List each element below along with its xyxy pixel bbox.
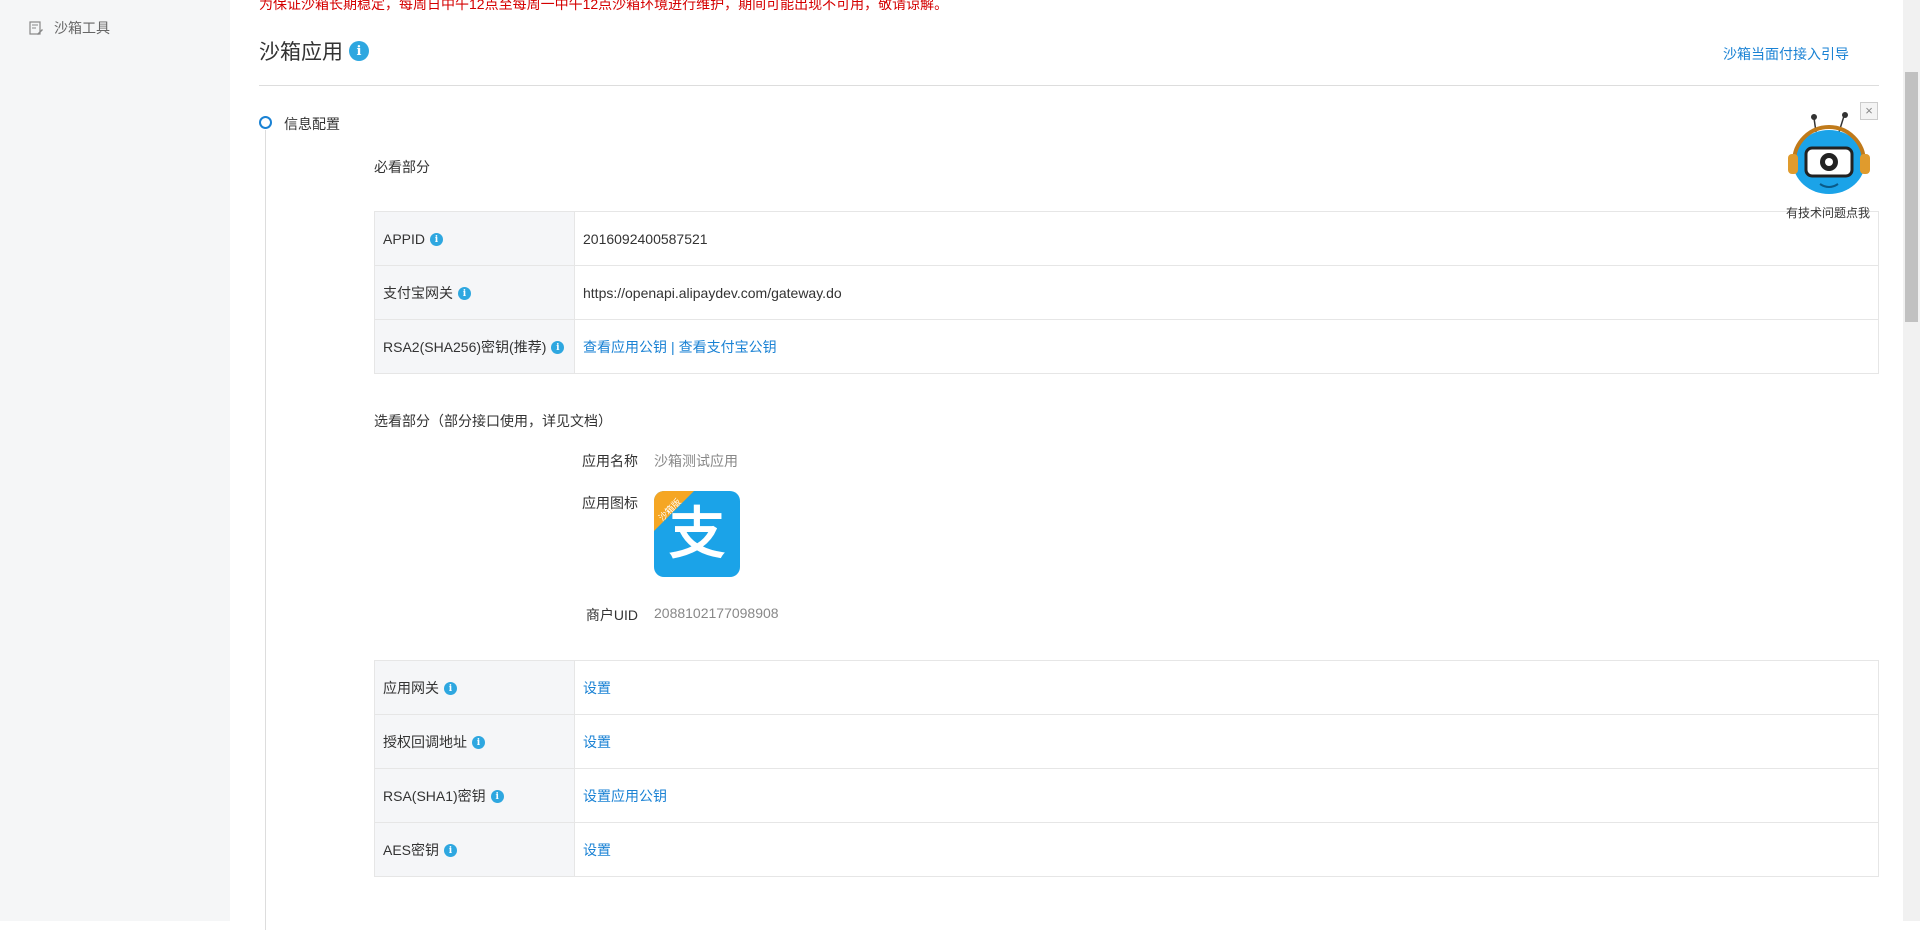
app-icon-label: 应用图标 <box>582 495 638 511</box>
row-label-gateway: 支付宝网关 i <box>374 265 575 320</box>
row-value: 设置 <box>574 660 1879 715</box>
row-label-appid: APPID i <box>374 211 575 266</box>
merchant-uid-label: 商户UID <box>585 607 638 623</box>
title-divider <box>259 85 1879 86</box>
maintenance-notice: 为保证沙箱长期稳定，每周日中午12点至每周一中午12点沙箱环境进行维护，期间可能… <box>259 0 949 12</box>
link-separator: | <box>671 338 675 355</box>
sidebar-item-label: 沙箱工具 <box>54 20 110 36</box>
required-section-title: 必看部分 <box>374 159 430 175</box>
main-content: 为保证沙箱长期稳定，每周日中午12点至每周一中午12点沙箱环境进行维护，期间可能… <box>259 0 1879 930</box>
row-label-text: 应用网关 <box>383 679 439 696</box>
app-name-label: 应用名称 <box>582 453 638 469</box>
row-label-text: APPID <box>383 230 426 247</box>
gateway-value: https://openapi.alipaydev.com/gateway.do <box>574 265 1879 320</box>
optional-config-table: 应用网关 i 设置 授权回调地址 i 设置 RSA(SHA1)密钥 i 设置应用公钥 … <box>374 660 1879 877</box>
table-row: RSA2(SHA256)密钥(推荐) i 查看应用公钥 | 查看支付宝公钥 <box>374 319 1879 374</box>
table-row: APPID i 2016092400587521 <box>374 211 1879 266</box>
page-title: 沙箱应用 i <box>259 36 369 66</box>
required-config-table: APPID i 2016092400587521 支付宝网关 i https://o… <box>374 211 1879 374</box>
scrollbar-thumb[interactable] <box>1905 72 1918 322</box>
info-icon[interactable]: i <box>551 341 565 355</box>
row-label-rsa2: RSA2(SHA256)密钥(推荐) i <box>374 319 575 374</box>
row-value: 设置 <box>574 822 1879 877</box>
guide-link[interactable]: 沙箱当面付接入引导 <box>1723 44 1903 64</box>
row-label-auth-callback: 授权回调地址 i <box>374 714 575 769</box>
info-icon[interactable]: i <box>444 682 457 696</box>
sidebar-item-sandbox-tools[interactable]: 沙箱工具 <box>28 18 110 38</box>
table-row: 应用网关 i 设置 <box>374 660 1879 715</box>
optional-section-title: 选看部分（部分接口使用，详见文档） <box>374 413 612 429</box>
view-alipay-public-key-link[interactable]: 查看支付宝公钥 <box>679 339 777 355</box>
section-title-info-config: 信息配置 <box>284 116 340 132</box>
row-label-text: 支付宝网关 <box>383 284 453 301</box>
row-value: 设置应用公钥 <box>574 768 1879 823</box>
app-icon: 沙箱版 支 <box>654 491 740 577</box>
row-label-text: 授权回调地址 <box>383 733 467 750</box>
set-aes-key-link[interactable]: 设置 <box>583 842 611 858</box>
timeline-line <box>265 130 266 930</box>
info-icon[interactable]: i <box>430 233 444 247</box>
info-icon[interactable]: i <box>458 287 471 301</box>
table-row: 授权回调地址 i 设置 <box>374 714 1879 769</box>
sidebar: 沙箱工具 <box>0 0 230 921</box>
table-row: 支付宝网关 i https://openapi.alipaydev.com/gat… <box>374 265 1879 320</box>
row-label-text: RSA2(SHA256)密钥(推荐) <box>383 338 547 355</box>
app-name-value: 沙箱测试应用 <box>654 453 738 469</box>
set-app-public-key-link[interactable]: 设置应用公钥 <box>583 788 667 804</box>
tech-support-helper[interactable]: × 有技术问题点我 <box>1780 100 1880 230</box>
row-value: 设置 <box>574 714 1879 769</box>
info-icon[interactable]: i <box>444 844 458 858</box>
rsa2-links: 查看应用公钥 | 查看支付宝公钥 <box>574 319 1879 374</box>
page-title-text: 沙箱应用 <box>259 41 343 64</box>
timeline-dot <box>259 116 272 129</box>
tool-icon <box>28 20 44 36</box>
close-icon[interactable]: × <box>1860 102 1878 120</box>
row-label-text: AES密钥 <box>383 841 440 858</box>
set-app-gateway-link[interactable]: 设置 <box>583 680 611 696</box>
set-auth-callback-link[interactable]: 设置 <box>583 734 611 750</box>
merchant-uid-value: 2088102177098908 <box>654 605 779 621</box>
row-label-aes: AES密钥 i <box>374 822 575 877</box>
info-icon[interactable]: i <box>490 790 504 804</box>
tech-support-text[interactable]: 有技术问题点我 <box>1786 204 1870 221</box>
appid-value: 2016092400587521 <box>574 211 1879 266</box>
row-label-text: RSA(SHA1)密钥 <box>383 787 486 804</box>
table-row: RSA(SHA1)密钥 i 设置应用公钥 <box>374 768 1879 823</box>
row-label-app-gateway: 应用网关 i <box>374 660 575 715</box>
info-icon[interactable]: i <box>349 41 369 61</box>
info-icon[interactable]: i <box>472 736 485 750</box>
view-app-public-key-link[interactable]: 查看应用公钥 <box>583 339 667 355</box>
row-label-rsa-sha1: RSA(SHA1)密钥 i <box>374 768 575 823</box>
robot-mascot-icon[interactable] <box>1784 110 1874 210</box>
table-row: AES密钥 i 设置 <box>374 822 1879 877</box>
app-icon-glyph: 支 <box>669 502 725 565</box>
